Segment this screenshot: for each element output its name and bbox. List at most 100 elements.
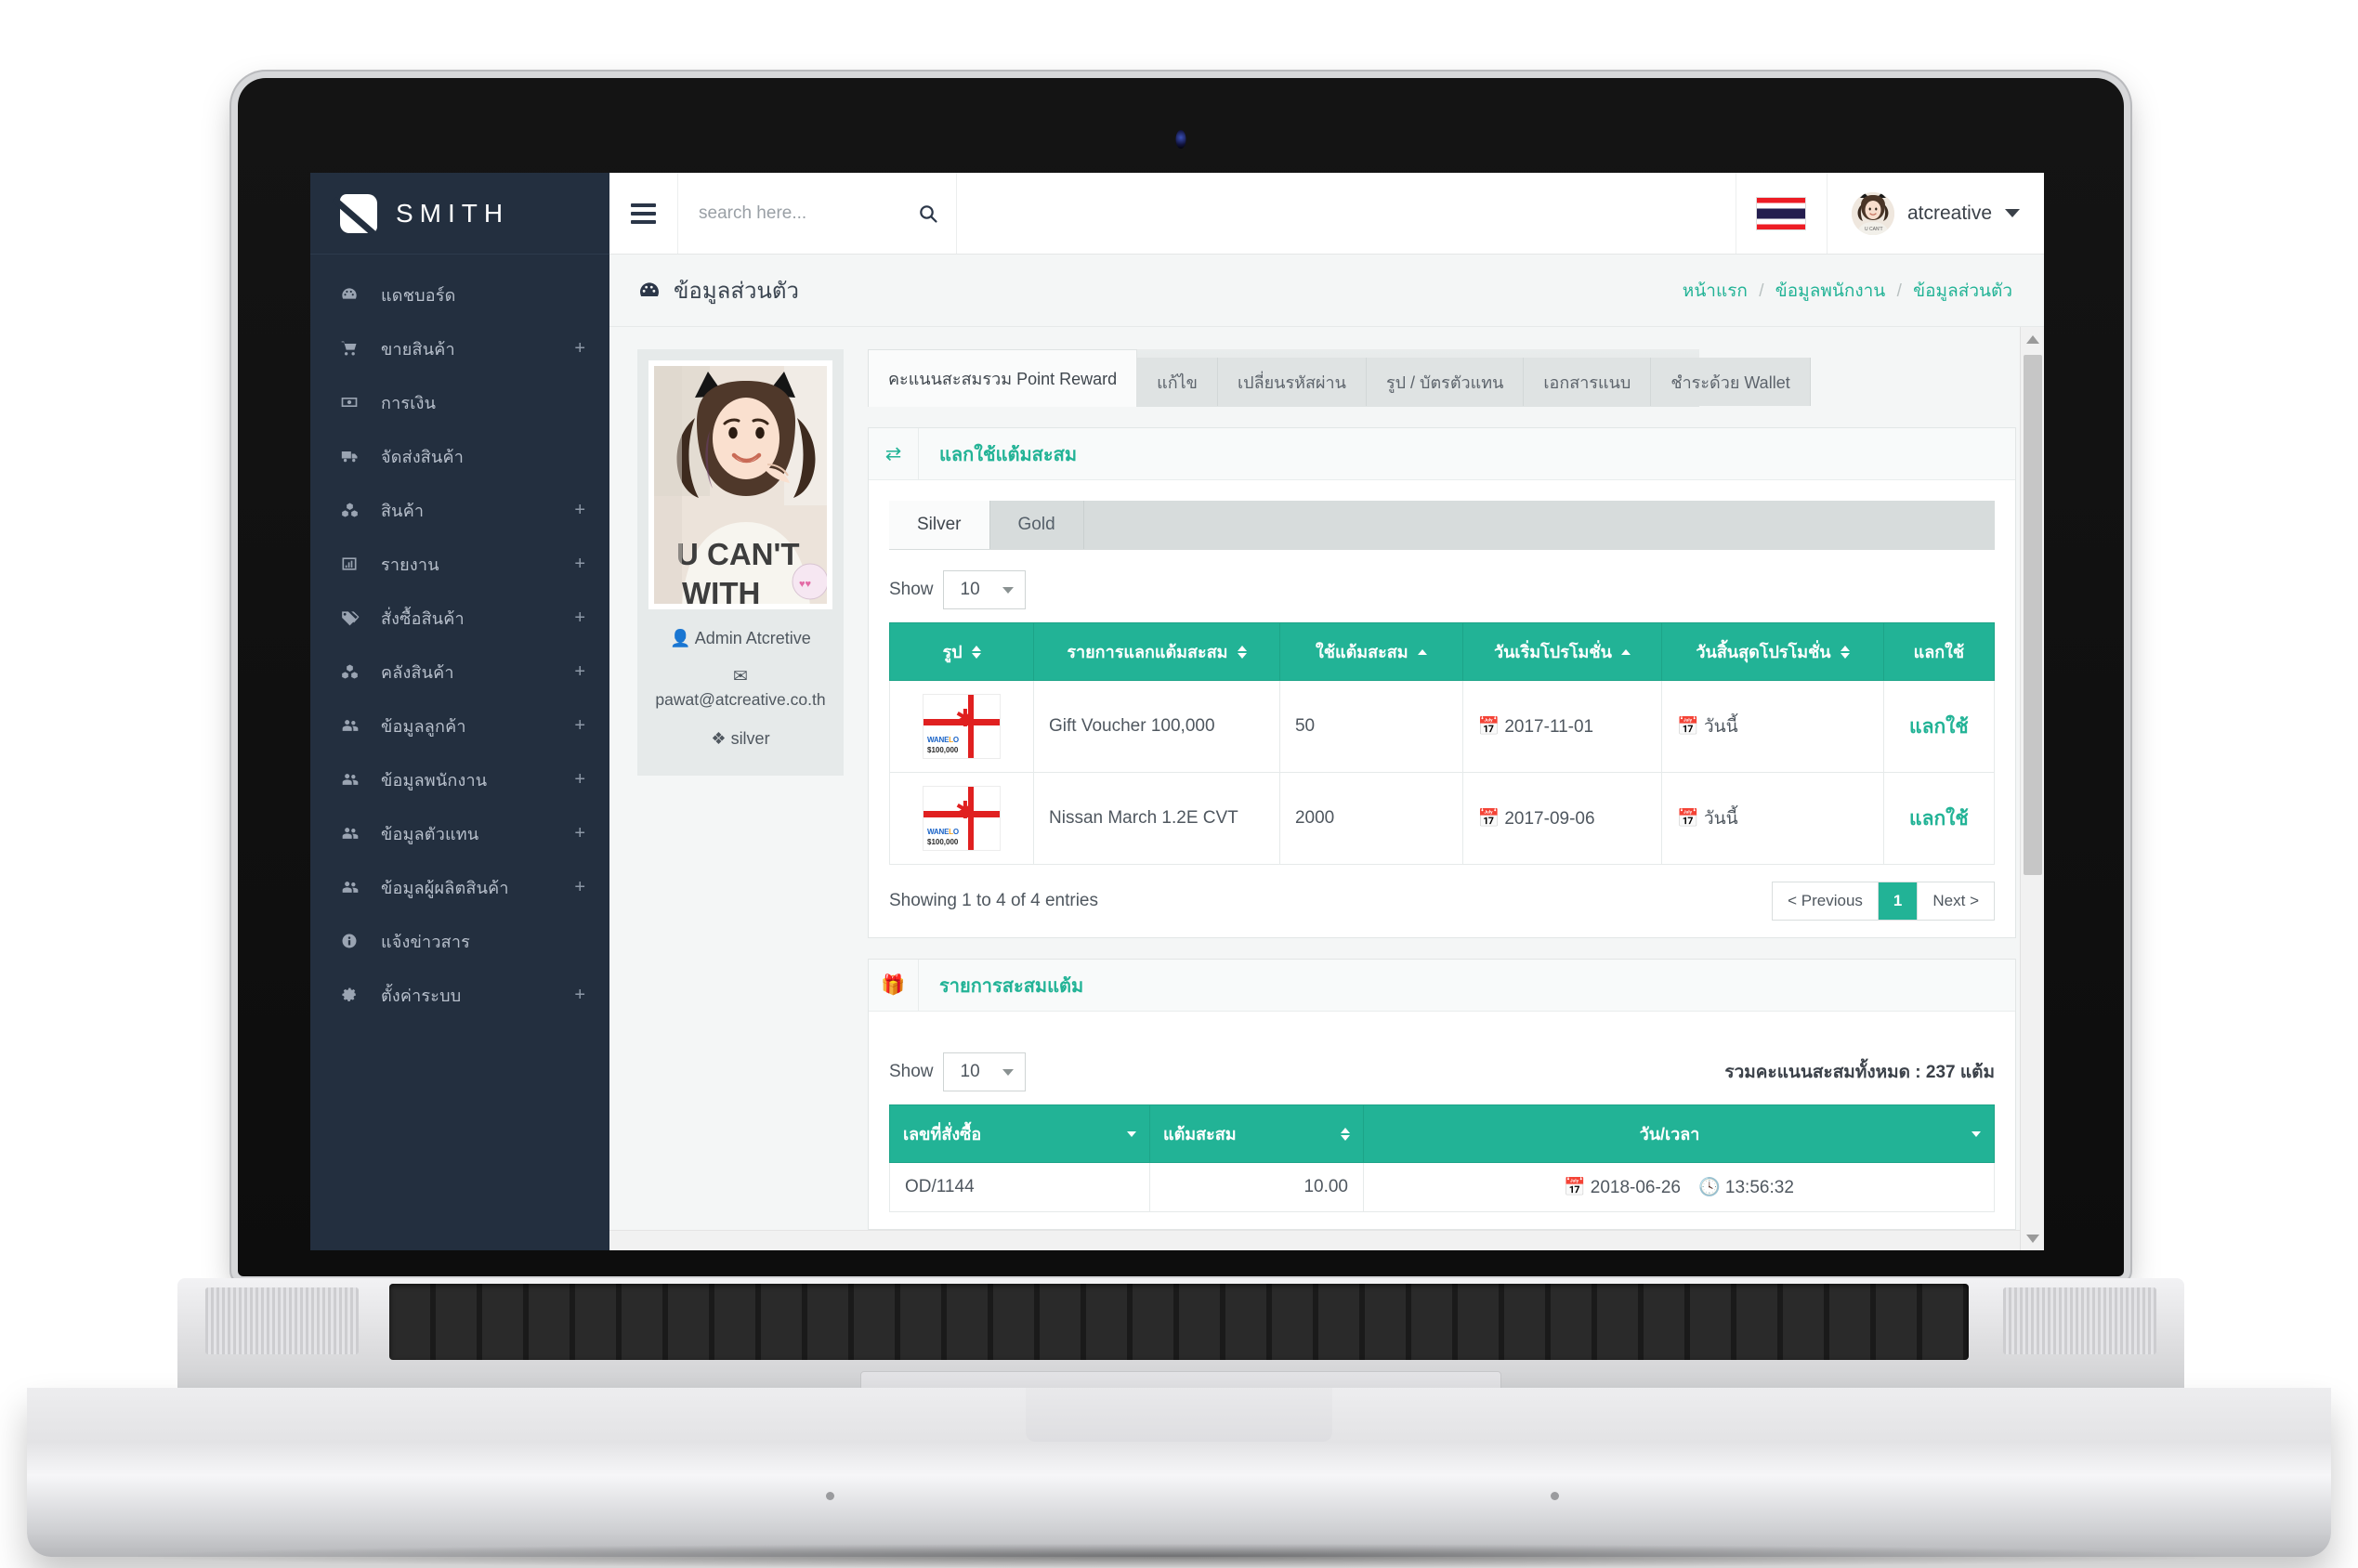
col-label: วัน/เวลา [1639,1125,1700,1143]
sidebar-item-warehouse[interactable]: คลังสินค้า + [310,645,609,699]
screen-viewport: SMITH แดชบอร์ด ขายสินค้า + การเงิน จัดส่… [310,173,2044,1250]
tab-change-password[interactable]: เปลี่ยนรหัสผ่าน [1217,358,1367,406]
col-order-no[interactable]: เลขที่สั่งซื้อ [889,1104,1150,1163]
sort-desc-icon[interactable] [1972,1130,1981,1137]
show-entries-row: Show 10 รวมคะแนนสะสมทั้งหมด : 237 แต้ม [889,1052,1995,1091]
breadcrumb-item-home[interactable]: หน้าแรก [1683,281,1748,301]
info-circle-icon [340,932,368,950]
col-start-date[interactable]: วันเริ่มโปรโมชั่น [1461,622,1663,681]
user-menu[interactable]: U CAN'T atcreative [1826,173,2044,254]
sort-desc-icon[interactable] [1127,1130,1136,1137]
expand-plus-icon[interactable]: + [574,716,585,735]
sidebar-item-news[interactable]: แจ้งข่าวสาร [310,914,609,968]
expand-plus-icon[interactable]: + [574,339,585,358]
page-title: ข้อมูลส่วนตัว [637,272,799,308]
pagination-next[interactable]: Next > [1918,882,1994,920]
tab-edit[interactable]: แก้ไข [1137,358,1218,406]
tab-wallet[interactable]: ชำระด้วย Wallet [1651,358,1811,406]
sidebar-item-shipping[interactable]: จัดส่งสินค้า [310,429,609,483]
sidebar-item-reports[interactable]: รายงาน + [310,537,609,591]
sidebar-item-settings[interactable]: ตั้งค่าระบบ + [310,968,609,1022]
expand-plus-icon[interactable]: + [574,986,585,1004]
topbar: U CAN'T atcreative [609,173,2044,255]
hamburger-icon[interactable] [609,173,678,254]
vertical-scrollbar[interactable] [2020,327,2044,1250]
tab-point-reward[interactable]: คะแนนสะสมรวม Point Reward [868,349,1138,407]
breadcrumb-separator: / [1759,281,1764,301]
tab-attachments[interactable]: เอกสารแนบ [1524,358,1652,406]
sidebar-item-purchase[interactable]: สั่งซื้อสินค้า + [310,591,609,645]
sidebar-item-agents[interactable]: ข้อมูลตัวแทน + [310,806,609,860]
sidebar-item-finance[interactable]: การเงิน [310,375,609,429]
sidebar-item-dashboard[interactable]: แดชบอร์ด [310,268,609,321]
profile-email-text: pawat@atcreative.co.th [655,690,826,709]
expand-plus-icon[interactable]: + [574,770,585,789]
scroll-down-icon[interactable] [2021,1226,2044,1250]
sidebar-item-label: แดชบอร์ด [381,285,456,305]
sort-icon[interactable] [1840,645,1850,659]
col-points-earned[interactable]: แต้มสะสม [1149,1104,1364,1163]
redeem-button[interactable]: แลกใช้ [1899,804,1979,834]
redeem-button[interactable]: แลกใช้ [1899,712,1979,742]
users-icon [340,824,368,843]
chevron-down-icon[interactable] [2005,209,2020,217]
sidebar-item-customers[interactable]: ข้อมูลลูกค้า + [310,699,609,752]
sidebar-item-label: ขายสินค้า [381,339,455,359]
language-selector[interactable] [1735,173,1827,254]
table-footer: Showing 1 to 4 of 4 entries < Previous 1… [889,882,1995,921]
breadcrumb-item-profile[interactable]: ข้อมูลส่วนตัว [1913,281,2012,301]
col-reward-name[interactable]: รายการแลกแต้มสะสม [1033,622,1280,681]
sidebar-item-label: การเงิน [381,393,437,412]
sidebar-item-products[interactable]: สินค้า + [310,483,609,537]
cell-points: 2000 [1278,772,1463,865]
smith-logo-icon [332,193,377,236]
expand-plus-icon[interactable]: + [574,555,585,573]
tab-agent-card[interactable]: รูป / บัตรตัวแทน [1366,358,1525,406]
date-text: 2018-06-26 [1590,1178,1681,1197]
avatar: U CAN'T [1851,191,1894,235]
scrollbar-thumb[interactable] [2024,355,2042,875]
expand-plus-icon[interactable]: + [574,662,585,681]
cell-image: ✱ WANELO $100,000 [889,680,1034,773]
sort-icon[interactable] [1341,1127,1350,1141]
panel-body: Show 10 รวมคะแนนสะสมทั้งหมด : 237 แต้ม เ… [869,1012,2015,1229]
expand-plus-icon[interactable]: + [574,608,585,627]
breadcrumb-item-employees[interactable]: ข้อมูลพนักงาน [1775,281,1886,301]
pagination-previous[interactable]: < Previous [1773,882,1879,920]
laptop-foot-right [1551,1492,1559,1500]
expand-plus-icon[interactable]: + [574,878,585,896]
sort-icon[interactable] [1237,645,1247,659]
cubes-icon [340,662,368,681]
subtab-silver[interactable]: Silver [889,501,990,549]
show-entries-select[interactable]: 10 [942,570,1026,609]
subtab-gold[interactable]: Gold [990,501,1084,549]
horizontal-scrollbar[interactable] [609,1230,2020,1250]
thailand-flag-icon [1756,196,1807,230]
rank-icon: ❖ [711,729,727,749]
sort-asc-icon[interactable] [1620,648,1631,655]
scroll-up-icon[interactable] [2021,327,2044,351]
sort-asc-icon[interactable] [1417,648,1427,655]
col-end-date[interactable]: วันสิ้นสุดโปรโมชั่น [1661,622,1884,681]
search-icon[interactable] [917,203,939,225]
sort-icon[interactable] [971,645,981,659]
expand-plus-icon[interactable]: + [574,824,585,843]
pagination-page-1[interactable]: 1 [1878,882,1919,920]
show-entries-select[interactable]: 10 [942,1052,1026,1091]
voucher-amount: $100,000 [927,746,959,754]
col-points-used[interactable]: ใช้แต้มสะสม [1278,622,1463,681]
sidebar-item-employees[interactable]: ข้อมูลพนักงาน + [310,752,609,806]
speaker-grill-right [2003,1287,2156,1354]
users-icon [340,878,368,896]
brand-logo-area[interactable]: SMITH [310,173,609,255]
sidebar-item-sell[interactable]: ขายสินค้า + [310,321,609,375]
col-datetime[interactable]: วัน/เวลา [1363,1104,1995,1163]
col-image[interactable]: รูป [889,622,1034,681]
cell-points: 10.00 [1149,1162,1364,1212]
calendar-icon: 📅 [1477,809,1500,829]
search-input[interactable] [699,203,910,224]
expand-plus-icon[interactable]: + [574,501,585,519]
col-label: แต้มสะสม [1163,1125,1237,1143]
sidebar-item-manufacturers[interactable]: ข้อมูลผู้ผลิตสินค้า + [310,860,609,914]
truck-icon [340,447,368,465]
